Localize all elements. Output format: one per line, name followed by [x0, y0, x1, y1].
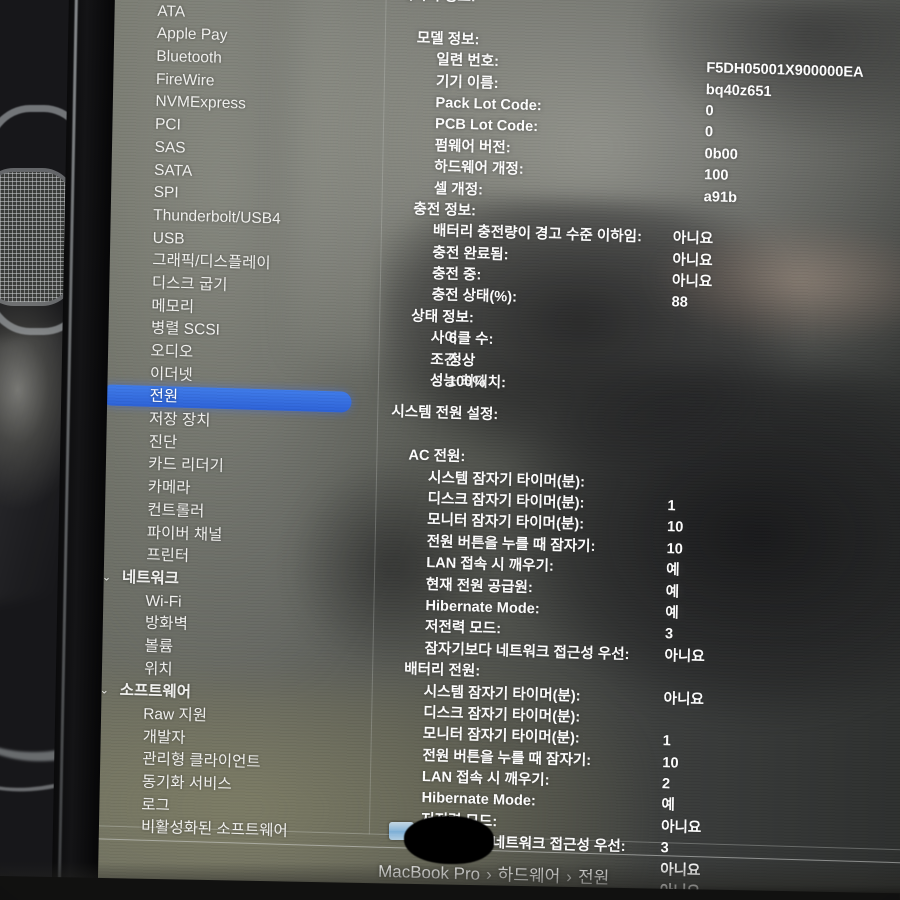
sidebar-item-label: SATA [153, 161, 193, 180]
sidebar-item-label: 위치 [143, 660, 173, 679]
charge-info-value: 아니요 [672, 251, 713, 270]
sidebar-item-label: SAS [154, 138, 186, 157]
sidebar-item-label: Bluetooth [156, 47, 223, 67]
sidebar-item-label: 프린터 [146, 546, 190, 566]
battery-power-value: 아니요 [660, 818, 702, 837]
charge-info-heading-text: 충전 정보: [413, 201, 477, 220]
sidebar-item-label: 카드 리더기 [148, 456, 224, 476]
sidebar-item-label: 네트워크 [121, 568, 180, 588]
detail-panel: 배터리 정보:모델 정보:일련 번호:F5DH05001X900000EA기기 … [378, 0, 900, 900]
sidebar-item-label: FireWire [155, 70, 215, 90]
ac-power-value: 10 [666, 540, 684, 558]
sidebar-item-label: 메모리 [151, 297, 195, 316]
sidebar-item-label: 진단 [148, 433, 178, 452]
ac-power-value: 아니요 [664, 647, 705, 666]
charge-info-key: 충전 완료됨: [432, 244, 509, 264]
health-info-value: 정상 [448, 352, 476, 370]
charge-info-value: 아니요 [671, 273, 713, 291]
model-info-value: 0 [704, 124, 714, 141]
battery-power-value: 예 [661, 797, 676, 814]
sidebar-item-label: Raw 지원 [143, 705, 208, 725]
sidebar-item-label: 로그 [141, 796, 171, 815]
sidebar-item-label: ATA [157, 2, 186, 21]
sidebar-item-label: 개발자 [142, 728, 186, 747]
health-info-heading-text: 상태 정보: [411, 308, 474, 327]
model-info-value: a91b [703, 188, 738, 206]
charge-info-value: 88 [671, 294, 688, 312]
sidebar-item-label: 병렬 SCSI [150, 320, 221, 340]
ac-power-key: 저전력 모드: [424, 619, 502, 638]
ac-power-heading-text: AC 전원: [408, 447, 466, 466]
model-info-value: 0b00 [704, 145, 738, 163]
model-info-key: 일련 번호: [436, 52, 500, 71]
charge-info-key: 충전 상태(%): [431, 287, 518, 307]
sidebar-item-label: PCI [154, 115, 182, 134]
sidebar-item-label: Apple Pay [156, 25, 228, 45]
model-info-key: 하드웨어 개정: [434, 159, 524, 178]
model-info-key: 셀 개정: [433, 180, 484, 199]
health-info-value: 100% [447, 373, 486, 391]
model-info-heading-text: 모델 정보: [416, 30, 480, 49]
ac-power-value: 3 [664, 626, 674, 643]
battery-power-value: 1 [662, 733, 672, 750]
sidebar-item-label: 오디오 [150, 342, 194, 362]
sidebar-item-label: 동기화 서비스 [141, 773, 232, 794]
sidebar-item-label: 이더넷 [149, 365, 193, 384]
ac-power-value: 1 [667, 498, 676, 515]
photo-of-screen: ⌄하드웨어ATAApple PayBluetoothFireWireNVMExp… [0, 0, 900, 900]
sidebar-item-label: 카메라 [147, 478, 191, 498]
model-info-value: 0 [705, 103, 714, 120]
system-information-window: ⌄하드웨어ATAApple PayBluetoothFireWireNVMExp… [76, 0, 900, 900]
ac-power-value: 10 [666, 519, 684, 537]
sidebar-item-label: Wi-Fi [145, 592, 182, 611]
model-info-key: Pack Lot Code: [435, 95, 542, 115]
sidebar-item-label: 파이버 채널 [146, 524, 223, 544]
ac-power-value: 예 [665, 605, 679, 622]
battery-power-value: 10 [662, 754, 679, 772]
sidebar-item-label: 방화벽 [144, 614, 188, 634]
model-info-key: PCB Lot Code: [434, 116, 539, 136]
sidebar-item-label: SPI [153, 183, 179, 202]
sidebar-item-label: NVMExpress [155, 93, 247, 113]
object-mesh-grille [0, 172, 72, 302]
sidebar-item-label: 전원 [149, 388, 179, 406]
system-power-heading-text: 시스템 전원 설정: [391, 404, 499, 424]
charge-info-value: 아니요 [672, 230, 714, 248]
health-info-key: 사이클 수: [430, 330, 494, 349]
sidebar[interactable]: ⌄하드웨어ATAApple PayBluetoothFireWireNVMExp… [78, 0, 388, 864]
sidebar-item-label: 컨트롤러 [147, 501, 205, 521]
battery-power-heading-text: 배터리 전원: [403, 661, 481, 680]
model-info-key: 펌웨어 버전: [434, 137, 511, 157]
sidebar-item-label: 볼륨 [144, 637, 174, 656]
health-info-value: 6 [448, 330, 458, 348]
sidebar-item-label: USB [152, 229, 185, 248]
charge-info-key: 충전 중: [431, 266, 482, 284]
model-info-value: 100 [703, 167, 729, 184]
battery-power-value: 2 [661, 776, 671, 793]
sidebar-item-label: 소프트웨어 [119, 682, 192, 702]
redaction-blob [404, 816, 494, 864]
model-info-value: bq40z651 [705, 81, 772, 100]
ac-power-value: 예 [665, 583, 680, 601]
sidebar-item-label: 저장 장치 [148, 410, 211, 430]
ac-power-value: 예 [666, 562, 680, 579]
sidebar-item-label: 디스크 굽기 [151, 274, 228, 294]
model-info-key: 기기 이름: [435, 73, 499, 92]
battery-power-value: 아니요 [663, 690, 705, 708]
